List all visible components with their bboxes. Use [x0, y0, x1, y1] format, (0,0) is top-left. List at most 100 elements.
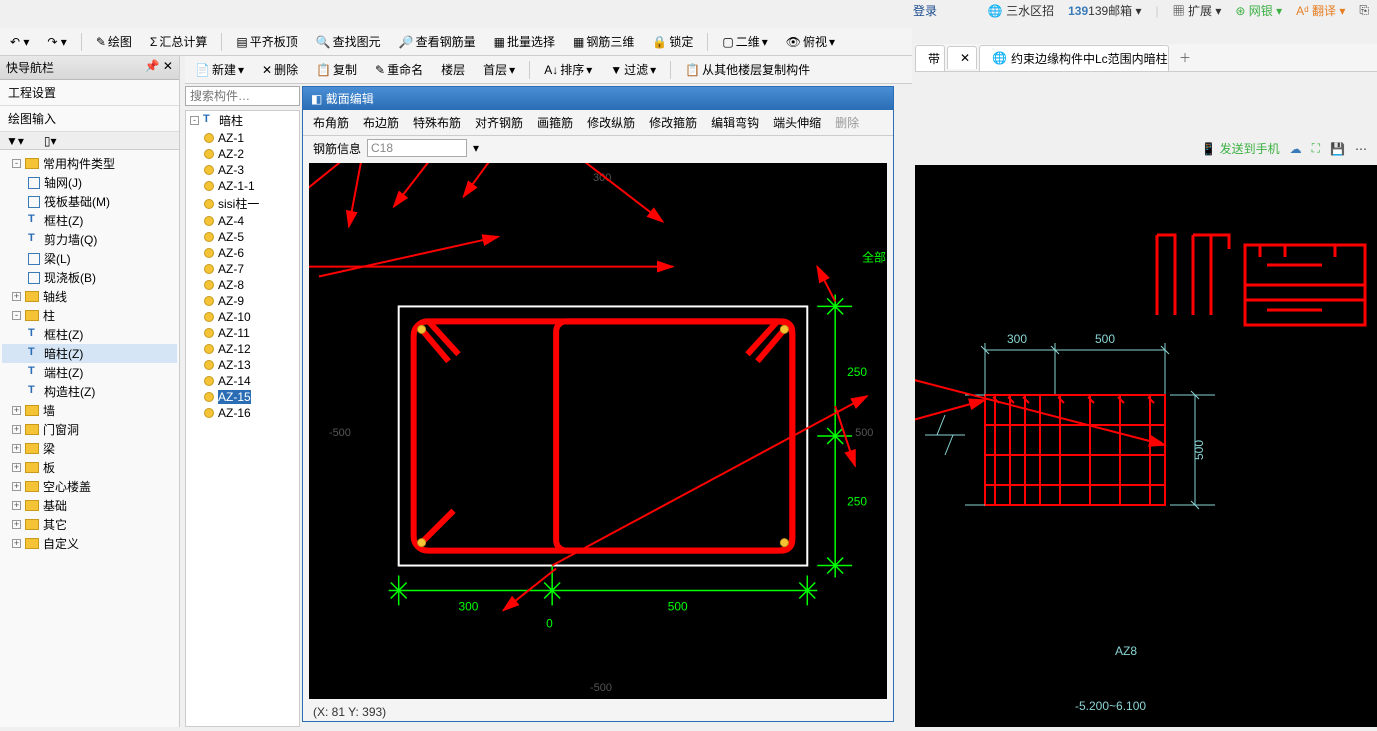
expander-icon[interactable]: +	[12, 444, 21, 453]
expander-icon[interactable]: +	[12, 482, 21, 491]
undo-button[interactable]: ↶ ▾	[6, 33, 33, 51]
tree-node[interactable]: 筏板基础(M)	[2, 192, 177, 211]
tree-node[interactable]: 构造柱(Z)	[2, 382, 177, 401]
nav-tree[interactable]: -常用构件类型轴网(J)筏板基础(M)框柱(Z)剪力墙(Q)梁(L)现浇板(B)…	[0, 150, 179, 731]
flat-button[interactable]: ▤ 平齐板顶	[232, 31, 301, 52]
expander-icon[interactable]: +	[12, 406, 21, 415]
browser-link[interactable]: ▦ 扩展 ▾	[1173, 2, 1222, 19]
expander-icon[interactable]: +	[12, 463, 21, 472]
browser-tab[interactable]: 带	[915, 45, 945, 71]
browser-link[interactable]: Aᵈ 翻译 ▾	[1296, 2, 1345, 19]
lock-button[interactable]: 🔒 锁定	[648, 31, 697, 52]
section-tool-6[interactable]: 修改箍筋	[649, 114, 697, 131]
view-button[interactable]: 👁 俯视 ▾	[782, 31, 839, 52]
new-button[interactable]: 📄 新建 ▾	[191, 59, 248, 80]
tree-node[interactable]: -柱	[2, 306, 177, 325]
rebar-info-input[interactable]	[367, 139, 467, 157]
component-item[interactable]: AZ-10	[186, 309, 299, 325]
expander-icon[interactable]: +	[12, 425, 21, 434]
component-item[interactable]: AZ-11	[186, 325, 299, 341]
component-item[interactable]: AZ-4	[186, 213, 299, 229]
section-tool-3[interactable]: 对齐钢筋	[475, 114, 523, 131]
login-link[interactable]: 登录	[913, 2, 937, 19]
section-tool-0[interactable]: 布角筋	[313, 114, 349, 131]
browser-tab-active[interactable]: 🌐 约束边缘构件中Lc范围内暗柱以	[979, 45, 1169, 71]
tree-node[interactable]: -常用构件类型	[2, 154, 177, 173]
delete-button[interactable]: ✕ 删除	[258, 59, 302, 80]
search-component[interactable]	[185, 86, 300, 106]
browser-link[interactable]: 🌐 三水区招	[988, 2, 1054, 19]
section-canvas[interactable]: 300 -500 500 -500	[309, 163, 887, 699]
component-item[interactable]: AZ-1-1	[186, 178, 299, 194]
component-item[interactable]: AZ-1	[186, 130, 299, 146]
tree-node[interactable]: +其它	[2, 515, 177, 534]
tree-node[interactable]: 剪力墙(Q)	[2, 230, 177, 249]
floors-button[interactable]: 楼层	[437, 59, 469, 80]
draw-button[interactable]: ✎ 绘图	[92, 31, 136, 52]
redo-button[interactable]: ↷ ▾	[43, 33, 70, 51]
view-rebar-button[interactable]: 🔎 查看钢筋量	[395, 31, 480, 52]
component-item[interactable]: AZ-14	[186, 373, 299, 389]
component-item[interactable]: AZ-3	[186, 162, 299, 178]
copy-from-floor-button[interactable]: 📋 从其他楼层复制构件	[681, 59, 814, 80]
tree-node[interactable]: 框柱(Z)	[2, 211, 177, 230]
expander-icon[interactable]: -	[12, 159, 21, 168]
tree-node[interactable]: +空心楼盖	[2, 477, 177, 496]
section-tool-8[interactable]: 端头伸缩	[773, 114, 821, 131]
tree-node[interactable]: 暗柱(Z)	[2, 344, 177, 363]
batch-button[interactable]: ▦ 批量选择	[490, 31, 559, 52]
sum-button[interactable]: Σ 汇总计算	[146, 31, 211, 52]
section-tool-1[interactable]: 布边筋	[363, 114, 399, 131]
component-item[interactable]: AZ-5	[186, 229, 299, 245]
expander-icon[interactable]: +	[12, 292, 21, 301]
component-item[interactable]: AZ-2	[186, 146, 299, 162]
component-item[interactable]: AZ-6	[186, 245, 299, 261]
component-item[interactable]: AZ-13	[186, 357, 299, 373]
tree-node[interactable]: +梁	[2, 439, 177, 458]
component-item[interactable]: sisi柱一	[186, 194, 299, 213]
component-item[interactable]: AZ-8	[186, 277, 299, 293]
expander-icon[interactable]: -	[190, 116, 199, 125]
tree-node[interactable]: 轴网(J)	[2, 173, 177, 192]
section-tool-5[interactable]: 修改纵筋	[587, 114, 635, 131]
component-root[interactable]: -暗柱	[186, 111, 299, 130]
browser-tab[interactable]: ✕	[947, 46, 977, 69]
more-icon[interactable]: ⋯	[1355, 142, 1367, 156]
nav-section-settings[interactable]: 工程设置	[0, 80, 179, 106]
pin-icon[interactable]: 📌 ✕	[145, 59, 173, 76]
new-tab-button[interactable]: ＋	[1171, 47, 1199, 68]
component-item[interactable]: AZ-12	[186, 341, 299, 357]
component-item[interactable]: AZ-7	[186, 261, 299, 277]
tree-node[interactable]: 框柱(Z)	[2, 325, 177, 344]
tree-node[interactable]: +轴线	[2, 287, 177, 306]
sort-button[interactable]: A↓ 排序 ▾	[540, 59, 596, 80]
floor-select[interactable]: 首层 ▾	[479, 59, 519, 80]
ruler-marker[interactable]: ▼▾	[6, 134, 24, 148]
tree-node[interactable]: +门窗洞	[2, 420, 177, 439]
filter-button[interactable]: ▼ 过滤 ▾	[606, 59, 660, 80]
expander-icon[interactable]: +	[12, 539, 21, 548]
dialog-titlebar[interactable]: ◧ 截面编辑	[303, 87, 893, 110]
tree-node[interactable]: +基础	[2, 496, 177, 515]
component-item[interactable]: AZ-16	[186, 405, 299, 421]
section-tool-9[interactable]: 删除	[835, 114, 859, 131]
tree-node[interactable]: 梁(L)	[2, 249, 177, 268]
component-tree[interactable]: -暗柱AZ-1AZ-2AZ-3AZ-1-1sisi柱一AZ-4AZ-5AZ-6A…	[185, 110, 300, 727]
rename-button[interactable]: ✎ 重命名	[371, 59, 427, 80]
nav-section-draw[interactable]: 绘图输入	[0, 106, 179, 132]
find-button[interactable]: 🔍 查找图元	[312, 31, 385, 52]
expander-icon[interactable]: +	[12, 520, 21, 529]
rebar3d-button[interactable]: ▦ 钢筋三维	[569, 31, 638, 52]
tree-node[interactable]: 现浇板(B)	[2, 268, 177, 287]
tree-node[interactable]: +墙	[2, 401, 177, 420]
cloud-icon[interactable]: ☁	[1290, 142, 1302, 156]
send-to-phone-button[interactable]: 📱 发送到手机	[1201, 140, 1279, 157]
copy-button[interactable]: 📋 复制	[312, 59, 361, 80]
section-tool-7[interactable]: 编辑弯钩	[711, 114, 759, 131]
component-item[interactable]: AZ-9	[186, 293, 299, 309]
tree-node[interactable]: +板	[2, 458, 177, 477]
browser-link[interactable]: ⎘	[1359, 3, 1369, 18]
expander-icon[interactable]: +	[12, 501, 21, 510]
dropdown-icon[interactable]: ▾	[473, 141, 479, 155]
fullscreen-icon[interactable]: ⛶	[1312, 141, 1320, 156]
